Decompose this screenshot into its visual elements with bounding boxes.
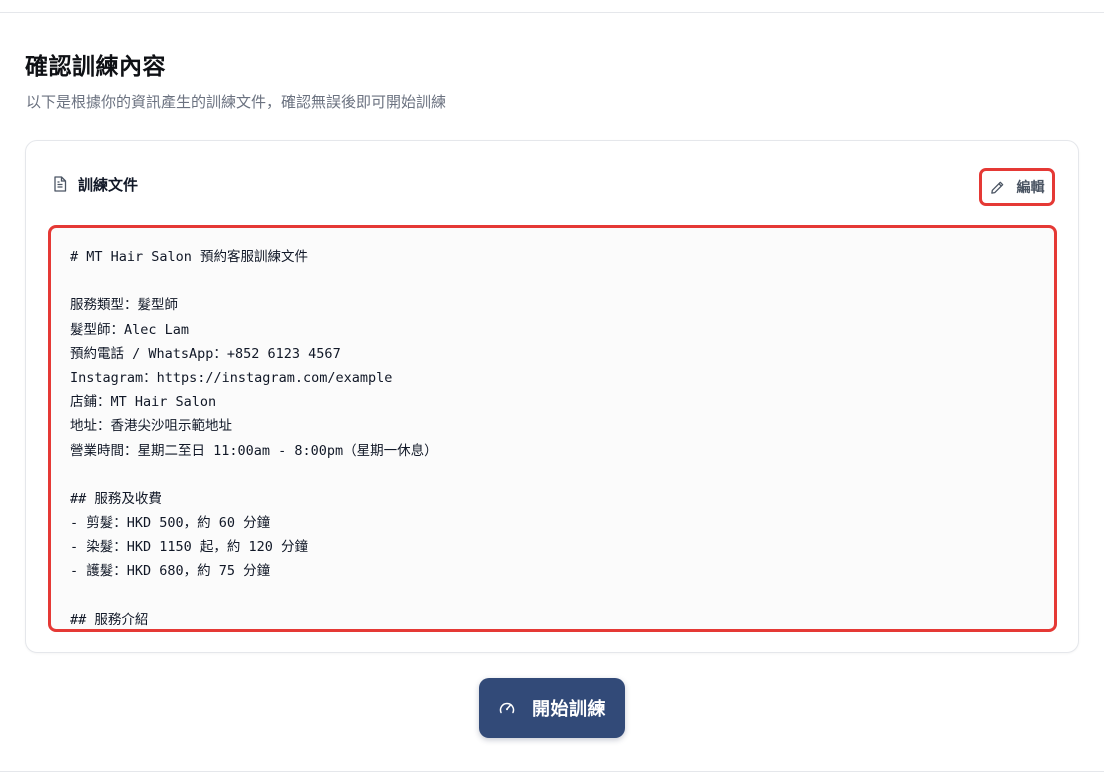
- document-icon: [53, 176, 67, 192]
- document-line: 髮型師：Alec Lam: [70, 321, 190, 338]
- document-line: 店鋪：MT Hair Salon: [70, 394, 217, 411]
- pencil-icon: [990, 180, 1005, 195]
- page-title: 確認訓練內容: [25, 54, 166, 80]
- start-training-label: 開始訓練: [532, 699, 606, 719]
- document-line: Instagram：https://instagram.com/example: [70, 369, 393, 386]
- document-line: 營業時間：星期二至日 11:00am - 8:00pm（星期一休息）: [70, 442, 438, 459]
- document-line: 預約電話 / WhatsApp：+852 6123 4567: [70, 345, 341, 362]
- document-line: - 剪髮：HKD 500，約 60 分鐘: [70, 515, 271, 532]
- edit-button[interactable]: 編輯: [979, 168, 1055, 206]
- gauge-icon: [498, 699, 516, 717]
- card-title: 訓練文件: [78, 176, 139, 194]
- edit-label: 編輯: [1016, 179, 1045, 195]
- document-line: ## 服務及收費: [70, 490, 162, 507]
- training-document-textarea[interactable]: # MT Hair Salon 預約客服訓練文件 服務類型：髮型師 髮型師：Alec…: [48, 225, 1057, 632]
- document-line: 服務類型：髮型師: [70, 297, 178, 314]
- document-line: # MT Hair Salon 預約客服訓練文件: [70, 249, 309, 265]
- bottom-divider: [0, 771, 1104, 772]
- training-document-card: 訓練文件 編輯 # MT Hair Salon 預約客服訓練文件 服務類型：髮型師…: [25, 140, 1079, 653]
- page-subtitle: 以下是根據你的資訊產生的訓練文件，確認無誤後即可開始訓練: [26, 93, 447, 111]
- document-line: - 染髮：HKD 1150 起，約 120 分鐘: [70, 539, 309, 556]
- document-line: - 護髮：HKD 680，約 75 分鐘: [70, 563, 271, 580]
- document-line: ## 服務介紹: [70, 611, 149, 628]
- document-line: 地址：香港尖沙咀示範地址: [70, 418, 232, 435]
- start-training-button[interactable]: 開始訓練: [479, 678, 625, 738]
- top-divider: [0, 12, 1104, 13]
